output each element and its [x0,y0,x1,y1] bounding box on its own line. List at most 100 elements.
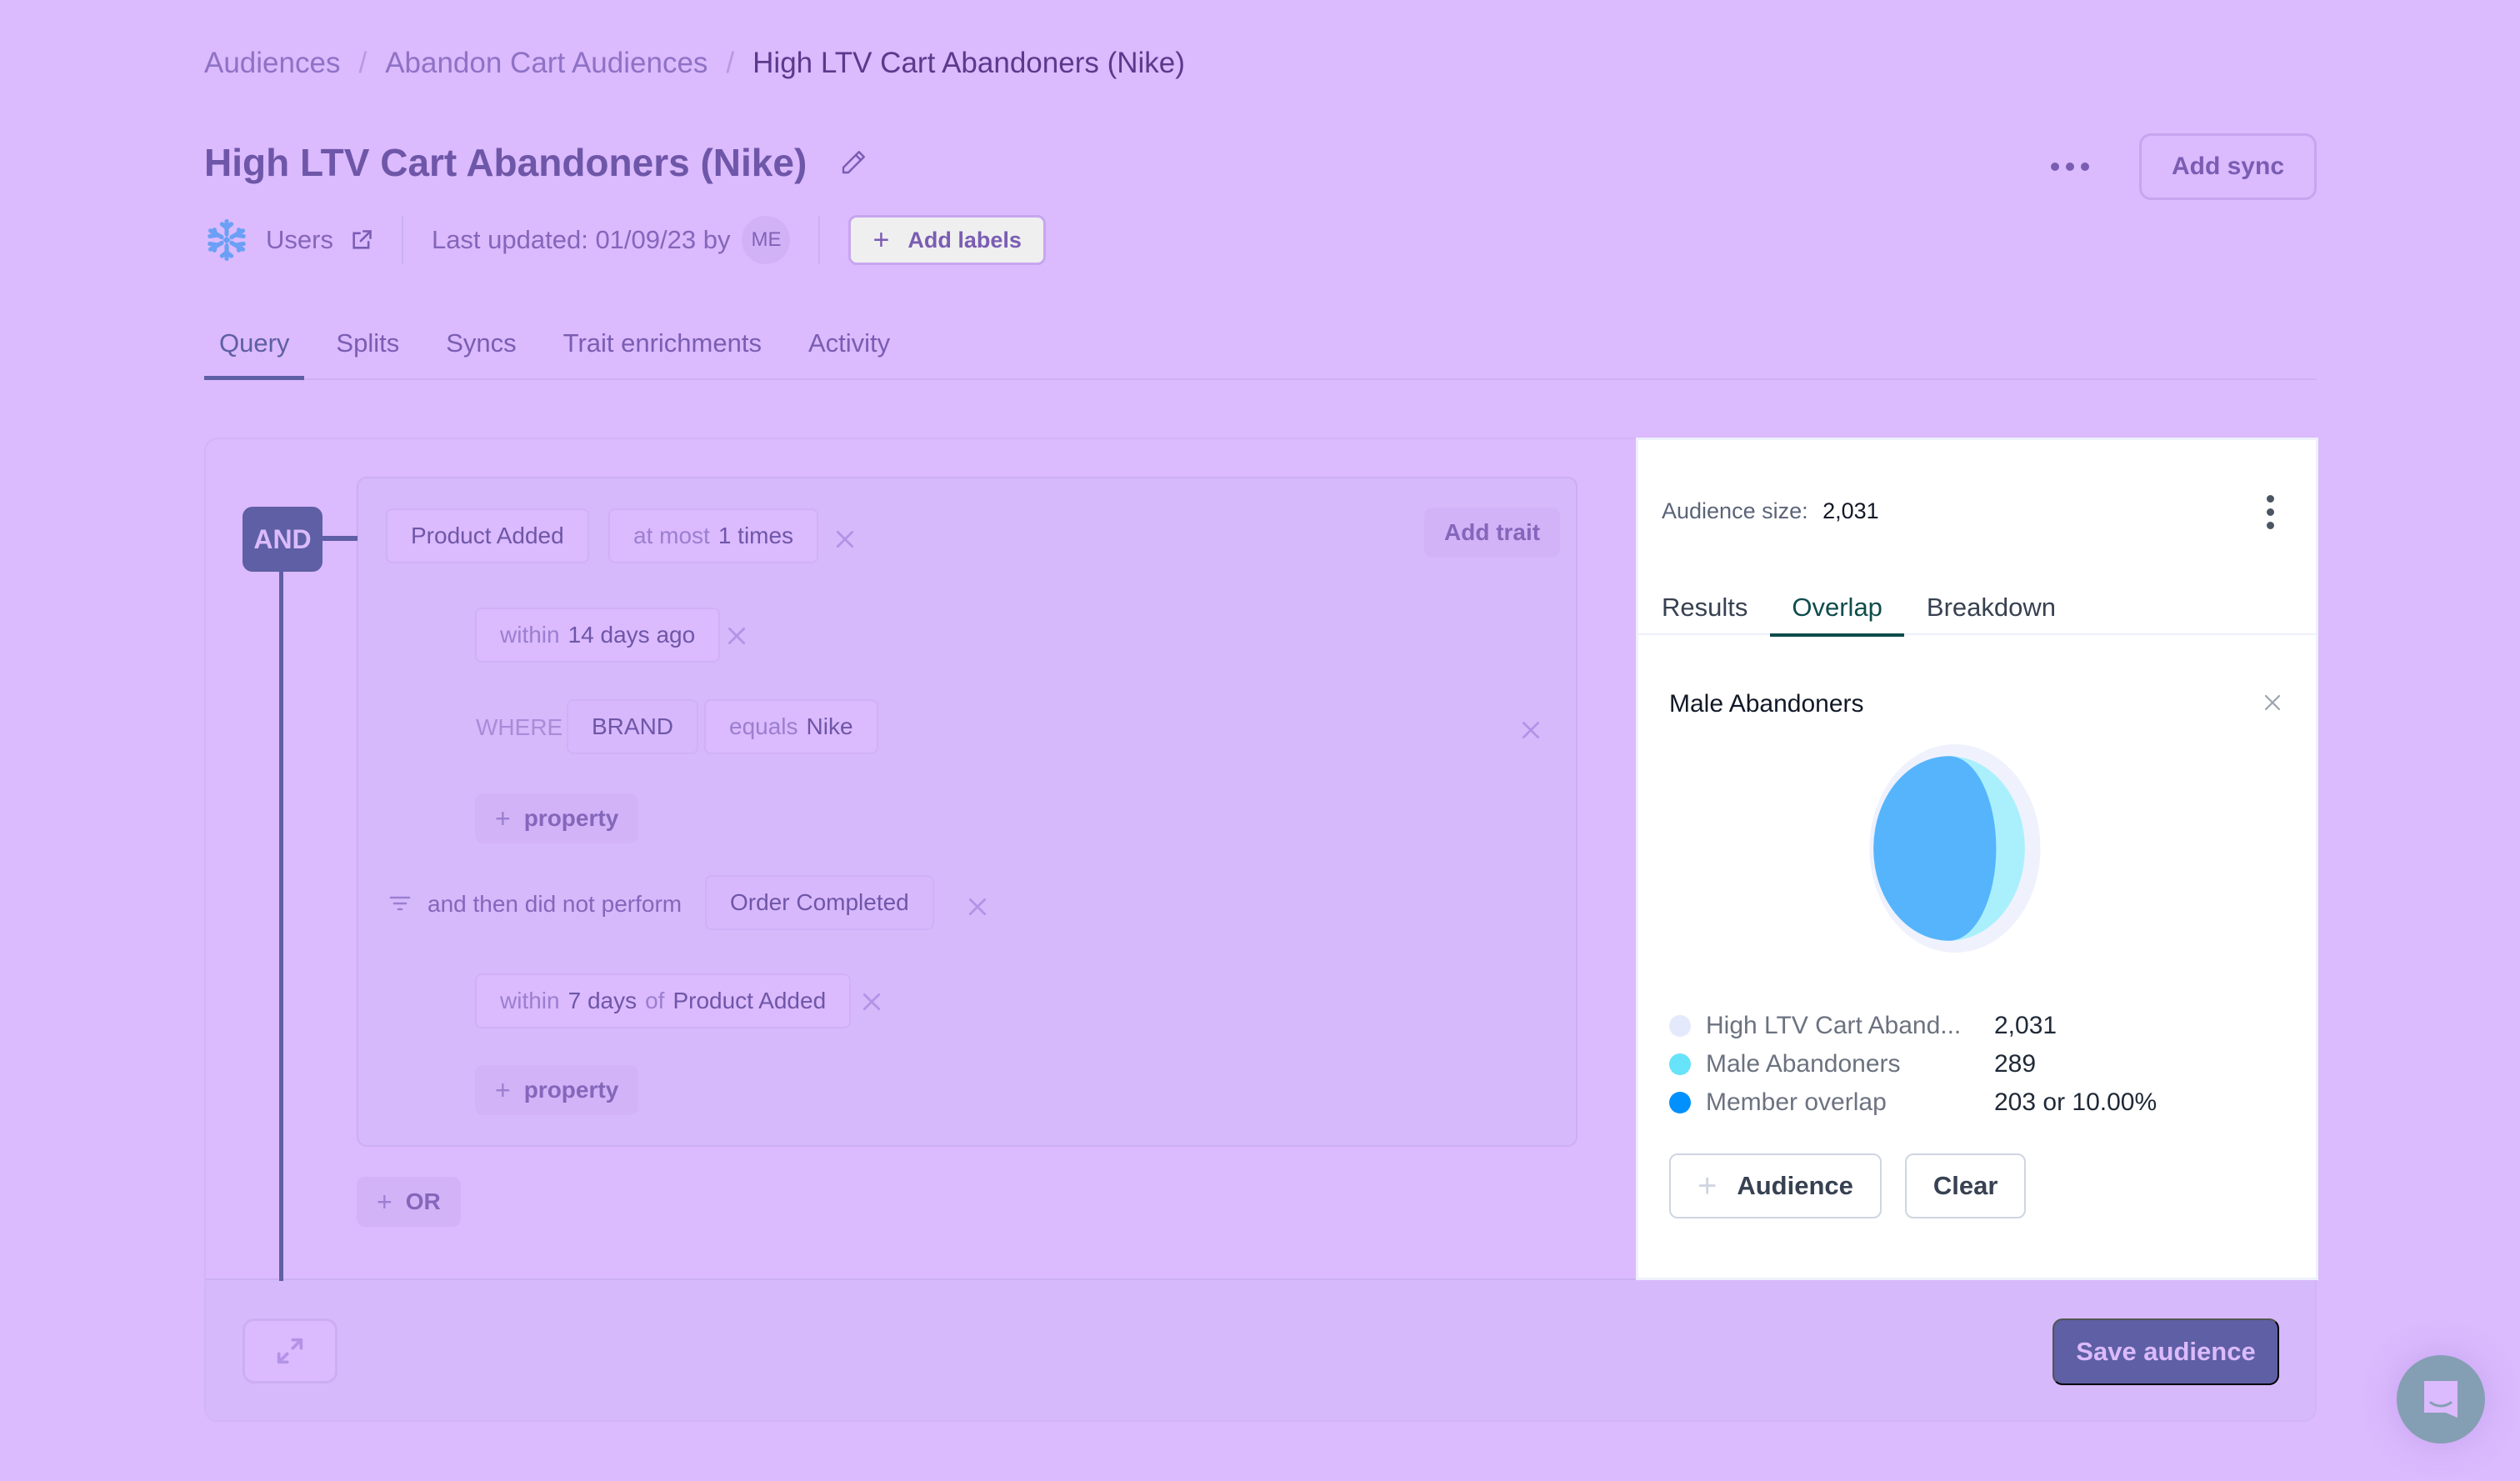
legend: High LTV Cart Aband... 2,031 Male Abando… [1669,1007,2157,1122]
add-property-button[interactable]: + property [475,793,639,843]
close-icon[interactable] [967,896,988,918]
frequency-value: 1 times [718,523,794,548]
close-icon[interactable] [834,528,856,550]
legend-dot [1669,1092,1691,1113]
expand-arrows-icon [277,1338,303,1364]
source-label[interactable]: Users [266,225,333,255]
add-audience-button[interactable]: + Audience [1669,1153,1882,1218]
tab-bar: Query Splits Syncs Trait enrichments Act… [203,317,2317,380]
chat-support-icon [2424,1381,2458,1418]
connector-line [322,536,358,541]
plus-icon: + [495,803,511,833]
breadcrumb: Audiences / Abandon Cart Audiences / Hig… [204,47,1185,80]
event-chip[interactable]: Product Added [386,508,589,563]
legend-value: 289 [1994,1050,2037,1078]
event-name: Product Added [411,523,564,548]
close-icon[interactable] [1520,719,1542,741]
add-property-button[interactable]: + property [475,1065,639,1115]
plus-icon: + [377,1186,392,1217]
tab-overlap[interactable]: Overlap [1770,580,1904,637]
add-property-label: property [523,1077,619,1103]
meta-row: Users Last updated: 01/09/23 by ME + Add… [204,213,1046,267]
legend-name: High LTV Cart Aband... [1706,1012,1962,1039]
frequency-chip[interactable]: at most 1 times [608,508,819,563]
legend-item: High LTV Cart Aband... 2,031 [1669,1007,2157,1045]
window-of: of [645,988,665,1013]
divider [818,216,821,264]
frequency-prefix: at most [633,523,710,548]
where-label: WHERE [476,714,563,740]
add-sync-button[interactable]: Add sync [2138,133,2317,200]
overlap-audience-title: Male Abandoners [1669,690,1864,718]
chat-support-button[interactable] [2397,1355,2485,1443]
tab-breakdown[interactable]: Breakdown [1905,580,2078,635]
title-row: High LTV Cart Abandoners (Nike) [204,140,868,185]
snowflake-icon [208,218,246,262]
or-label: OR [405,1188,441,1214]
followup-label: and then did not perform [428,891,682,917]
add-labels-label: Add labels [908,227,1022,253]
venn-diagram [1869,744,2041,953]
tab-results[interactable]: Results [1638,580,1769,635]
audience-size: Audience size: 2,031 [1662,498,1879,524]
add-audience-label: Audience [1737,1171,1853,1200]
legend-name: Member overlap [1706,1088,1887,1116]
close-icon[interactable] [726,625,748,647]
results-panel: Audience size: 2,031 Results Overlap Bre… [1636,438,2318,1280]
legend-dot [1669,1053,1691,1075]
tab-trait-enrichments[interactable]: Trait enrichments [563,317,762,378]
more-horizontal-icon[interactable] [2050,163,2089,171]
property-value-chip[interactable]: equals Nike [704,699,878,754]
legend-value: 2,031 [1994,1012,2058,1039]
save-audience-button[interactable]: Save audience [2052,1318,2279,1385]
window-value: 7 days [568,988,638,1013]
more-vertical-icon[interactable] [2267,495,2274,529]
add-labels-button[interactable]: + Add labels [848,215,1046,265]
and-operator-badge[interactable]: AND [242,507,322,572]
close-icon[interactable] [861,991,882,1013]
expand-button[interactable] [242,1318,338,1383]
header-actions: Add sync [2050,133,2317,200]
connector-line [279,572,283,1281]
page-title: High LTV Cart Abandoners (Nike) [204,141,808,184]
plus-icon: + [872,223,890,256]
property-name: BRAND [592,713,674,739]
breadcrumb-abandon-cart-audiences[interactable]: Abandon Cart Audiences [385,47,708,80]
audience-size-label: Audience size: [1662,498,1808,523]
add-trait-button[interactable]: Add trait [1424,508,1561,558]
add-property-label: property [523,805,619,831]
filter-icon [389,896,411,911]
followup-window-chip[interactable]: within 7 days of Product Added [475,973,852,1028]
plus-icon: + [1698,1167,1718,1204]
followup-event-chip[interactable]: Order Completed [705,875,934,930]
property-value: Nike [806,713,853,739]
tab-activity[interactable]: Activity [808,317,890,378]
legend-value: 203 or 10.00% [1994,1088,2158,1116]
followup-event-name: Order Completed [730,889,909,915]
divider [401,216,403,264]
external-link-icon[interactable] [350,228,373,252]
window-ref: Product Added [672,988,827,1013]
operator-label: equals [729,713,798,739]
tab-splits[interactable]: Splits [336,317,399,378]
pencil-icon[interactable] [838,148,868,178]
breadcrumb-current: High LTV Cart Abandoners (Nike) [752,47,1185,79]
legend-name: Male Abandoners [1706,1050,1901,1078]
legend-item: Male Abandoners 289 [1669,1045,2157,1083]
breadcrumb-audiences[interactable]: Audiences [204,47,340,80]
window-prefix: within [500,988,560,1013]
close-icon[interactable] [2262,693,2282,713]
avatar: ME [742,216,791,264]
window-value: 14 days ago [568,622,696,648]
card-footer [206,1278,2315,1420]
time-window-chip[interactable]: within 14 days ago [475,608,721,663]
tab-syncs[interactable]: Syncs [446,317,516,378]
panel-actions: + Audience Clear [1669,1153,2027,1218]
last-updated-text: Last updated: 01/09/23 by [431,225,731,254]
tab-query[interactable]: Query [203,317,305,380]
audience-size-value: 2,031 [1822,498,1879,523]
clear-button[interactable]: Clear [1904,1153,2027,1218]
property-chip[interactable]: BRAND [567,699,699,754]
legend-item: Member overlap 203 or 10.00% [1669,1083,2157,1122]
add-or-button[interactable]: + OR [357,1177,461,1227]
